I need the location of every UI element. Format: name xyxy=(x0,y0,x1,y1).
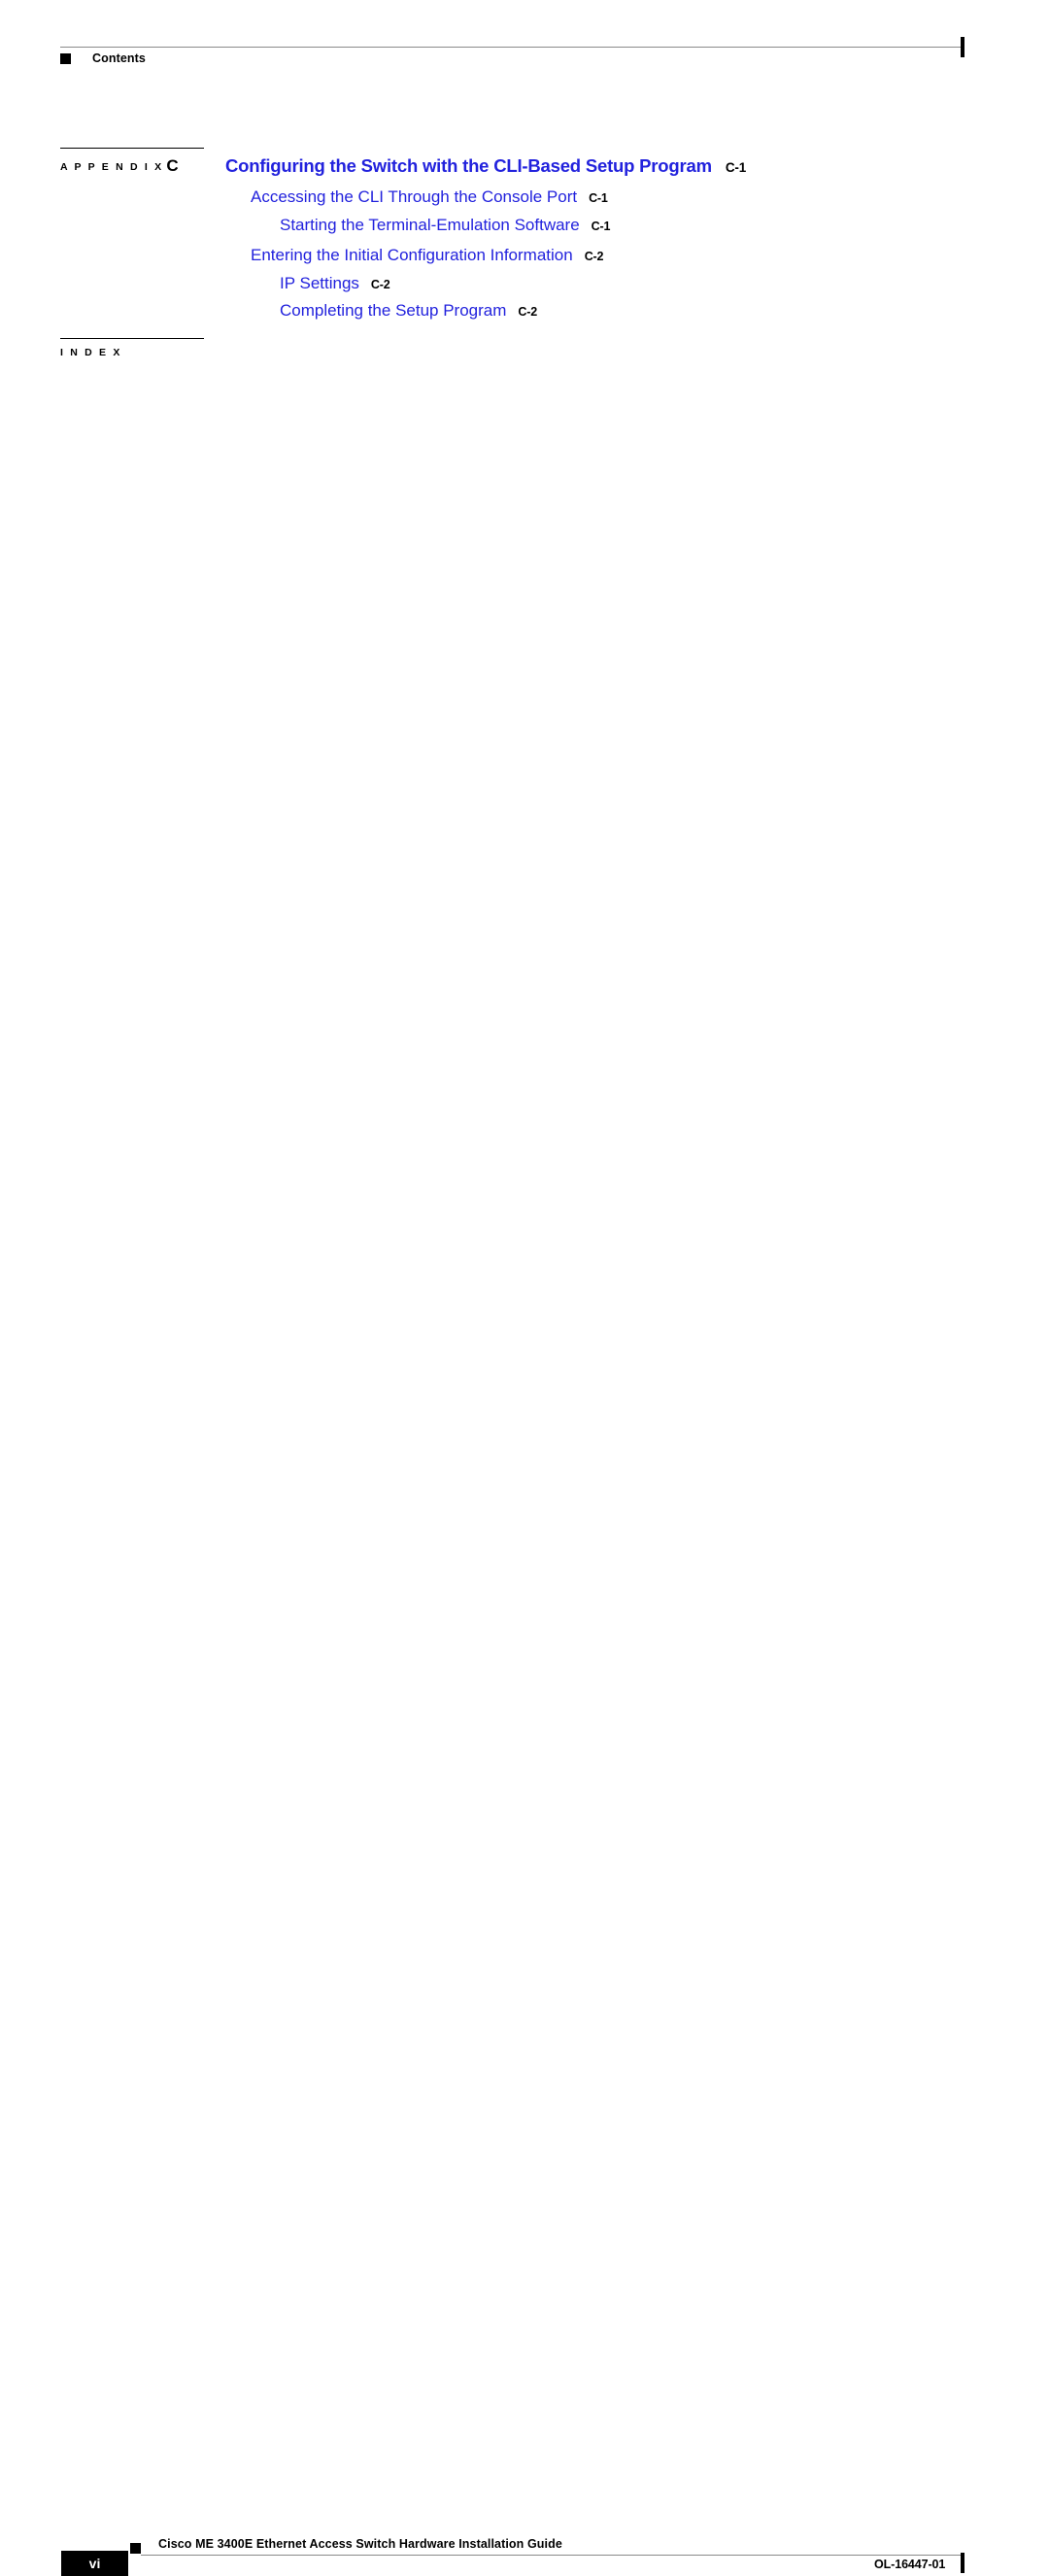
toc-entry-title: Starting the Terminal-Emulation Software xyxy=(280,216,580,234)
page-footer: vi Cisco ME 3400E Ethernet Access Switch… xyxy=(0,1263,1049,2576)
toc-entry[interactable]: IP Settings C-2 xyxy=(280,274,390,292)
gutter-label-appendix: A P P E N D I XC xyxy=(60,156,179,176)
toc-entry[interactable]: Entering the Initial Configuration Infor… xyxy=(251,247,603,263)
running-header: Contents xyxy=(0,0,1049,107)
toc-entry-title: Configuring the Switch with the CLI-Base… xyxy=(225,155,712,176)
square-bullet-icon xyxy=(60,53,71,64)
gutter-label-index: I N D E X xyxy=(60,347,122,358)
header-rule xyxy=(60,47,964,48)
square-bullet-icon xyxy=(130,2543,141,2554)
toc-entry[interactable]: Configuring the Switch with the CLI-Base… xyxy=(225,155,747,176)
toc-entry[interactable]: Completing the Setup Program C-2 xyxy=(280,302,537,319)
page-number: vi xyxy=(88,2556,101,2571)
toc-entry[interactable]: Accessing the CLI Through the Console Po… xyxy=(251,188,608,205)
footer-document-title: Cisco ME 3400E Ethernet Access Switch Ha… xyxy=(158,2537,562,2551)
gutter-rule xyxy=(60,338,204,340)
toc-entry-page: C-1 xyxy=(591,220,611,233)
change-bar-icon xyxy=(961,37,964,57)
footer-document-id: OL-16447-01 xyxy=(874,2558,946,2571)
toc-entry-page: C-1 xyxy=(725,160,747,175)
footer-rule xyxy=(141,2555,964,2556)
gutter-rule xyxy=(60,148,204,150)
toc-entry-page: C-1 xyxy=(589,191,608,205)
gutter-prefix: A P P E N D I X xyxy=(60,161,164,173)
toc-entry-page: C-2 xyxy=(584,250,604,263)
toc-entry-title: Accessing the CLI Through the Console Po… xyxy=(251,187,578,206)
toc-entry-page: C-2 xyxy=(518,305,537,319)
toc-entry-title: Entering the Initial Configuration Infor… xyxy=(251,246,573,264)
gutter-marker: C xyxy=(166,156,179,175)
toc-entry-title: IP Settings xyxy=(280,274,359,292)
toc-entry-page: C-2 xyxy=(370,278,390,291)
toc-entry-title: Completing the Setup Program xyxy=(280,301,507,320)
toc-entry[interactable]: Starting the Terminal-Emulation Software… xyxy=(280,217,610,233)
header-title: Contents xyxy=(92,51,146,65)
change-bar-icon xyxy=(961,2553,964,2573)
